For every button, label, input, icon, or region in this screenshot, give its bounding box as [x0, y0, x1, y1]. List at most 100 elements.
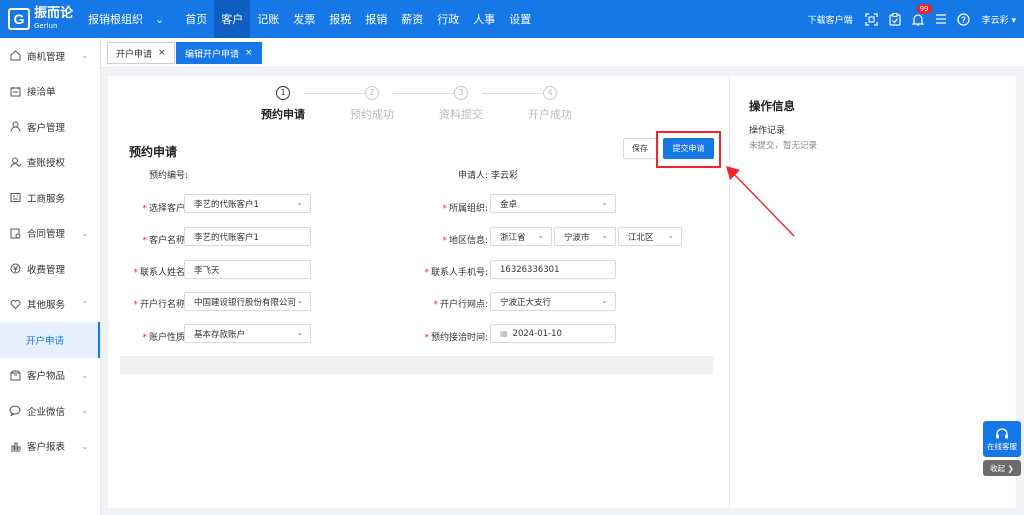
contract-icon [9, 227, 21, 239]
operation-record-empty: 未提交，暂无记录 [749, 141, 818, 151]
city-select[interactable]: 宁波市 ⌄ [554, 227, 616, 246]
step-3: 3 资料提交 [421, 86, 501, 122]
help-icon[interactable]: ? [957, 12, 971, 26]
contact-name-label: * 联系人姓名: [133, 268, 188, 278]
home-icon [9, 50, 21, 62]
sidebar-item-business-service[interactable]: 工商服务 [0, 180, 100, 216]
box-icon [9, 369, 21, 381]
chevron-down-icon: ⌄ [155, 12, 165, 26]
main-panel: 1 预约申请 2 预约成功 3 资料提交 4 开户成功 预约申请 保存 提交申请… [108, 76, 1016, 508]
nav-settings[interactable]: 设置 [502, 0, 538, 38]
step-1: 1 预约申请 [243, 86, 323, 122]
chevron-down-icon: ⌄ [601, 296, 608, 305]
sidebar-item-contact-sheet[interactable]: 接洽单 [0, 74, 100, 110]
clipboard-icon[interactable] [888, 12, 902, 26]
sidebar-item-account-auth[interactable]: 查账授权 [0, 145, 100, 181]
scan-icon[interactable] [865, 12, 879, 26]
sidebar-item-account-opening[interactable]: 开户申请 [0, 322, 100, 358]
close-icon[interactable]: × [245, 48, 253, 58]
money-icon [9, 263, 21, 275]
bell-icon[interactable]: 99 [911, 4, 932, 26]
operation-record-label: 操作记录 [749, 126, 786, 136]
bank-branch-select[interactable]: 宁波正大支行 ⌄ [490, 292, 616, 311]
step-label: 预约成功 [350, 108, 394, 121]
save-button[interactable]: 保存 [623, 138, 657, 159]
chevron-down-icon: ⌄ [81, 51, 88, 61]
chevron-down-icon: ⌄ [81, 228, 88, 238]
notification-badge: 99 [916, 4, 932, 14]
collapse-button[interactable]: 收起 ❯ [983, 460, 1021, 476]
chevron-down-icon: ⌄ [81, 370, 88, 380]
appointment-date-picker[interactable]: ▦ 2024-01-10 [490, 324, 616, 343]
sidebar-item-other-services[interactable]: 其他服务 ⌃ [0, 287, 100, 323]
chevron-down-icon: ⌄ [667, 231, 674, 240]
nav-invoice[interactable]: 发票 [286, 0, 322, 38]
nav-tax[interactable]: 报税 [322, 0, 358, 38]
sidebar-item-customer-management[interactable]: 客户管理 [0, 109, 100, 145]
org-select[interactable]: 金卓 ⌄ [490, 194, 616, 213]
step-label: 资料提交 [439, 108, 483, 121]
region-label: * 地区信息: [442, 236, 488, 246]
form-footer-bar [120, 356, 713, 374]
province-select[interactable]: 浙江省 ⌄ [490, 227, 552, 246]
nav-admin[interactable]: 行政 [430, 0, 466, 38]
account-type-select[interactable]: 基本存款账户 ⌄ [184, 324, 311, 343]
top-navigation-bar: G 振而论 Gerlun 报销根组织 ⌄ 首页 客户 记账 发票 报税 报销 薪… [0, 0, 1024, 38]
close-icon[interactable]: × [158, 48, 166, 58]
step-label: 开户成功 [528, 108, 572, 121]
customer-name-label: * 客户名称: [142, 236, 188, 246]
tab-edit-account-opening[interactable]: 编辑开户申请 × [176, 42, 262, 64]
chevron-down-icon: ⌄ [537, 231, 544, 240]
contact-name-input[interactable]: 李飞天 [184, 260, 311, 279]
sidebar-item-contract-management[interactable]: 合同管理 ⌄ [0, 216, 100, 252]
sidebar-item-customer-items[interactable]: 客户物品 ⌄ [0, 358, 100, 394]
step-label: 预约申请 [261, 108, 305, 121]
nav-home[interactable]: 首页 [178, 0, 214, 38]
sidebar-item-opportunity[interactable]: 商机管理 ⌄ [0, 38, 100, 74]
district-select[interactable]: 江北区 ⌄ [618, 227, 682, 246]
applicant-value: 李云彩 [491, 171, 519, 181]
contact-phone-input[interactable]: 16326336301 [490, 260, 616, 279]
sidebar: 商机管理 ⌄ 接洽单 客户管理 查账授权 工商服务 合同管理 ⌄ 收费管理 其他… [0, 38, 101, 515]
org-switcher[interactable]: 报销根组织 ⌄ [88, 11, 164, 27]
contact-phone-label: * 联系人手机号: [424, 268, 488, 278]
top-right-tools: 下载客户端 99 ? 李云彩 ▾ [808, 0, 1024, 38]
logo[interactable]: G 振而论 Gerlun [0, 7, 82, 31]
business-icon [9, 192, 21, 204]
user-menu[interactable]: 李云彩 ▾ [982, 13, 1016, 26]
step-2: 2 预约成功 [332, 86, 412, 122]
bank-branch-label: * 开户行网点: [433, 300, 488, 310]
chevron-down-icon: ⌄ [296, 328, 303, 337]
sidebar-item-fee-management[interactable]: 收费管理 [0, 251, 100, 287]
online-service-button[interactable]: 在线客服 [983, 421, 1021, 457]
nav-hr[interactable]: 人事 [466, 0, 502, 38]
operation-info-title: 操作信息 [749, 99, 795, 113]
logo-name: 振而论 [34, 6, 74, 21]
user-icon [9, 121, 21, 133]
bank-name-label: * 开户行名称: [133, 300, 188, 310]
logo-name-en: Gerlun [34, 22, 58, 30]
tab-account-opening[interactable]: 开户申请 × [107, 42, 175, 64]
nav-reimbursement[interactable]: 报销 [358, 0, 394, 38]
step-4: 4 开户成功 [510, 86, 590, 122]
nav-salary[interactable]: 薪资 [394, 0, 430, 38]
sidebar-item-customer-reports[interactable]: 客户报表 ⌄ [0, 429, 100, 465]
submit-highlight-box [656, 131, 721, 168]
chat-icon [9, 405, 21, 417]
nav-bookkeeping[interactable]: 记账 [250, 0, 286, 38]
customer-name-input[interactable]: 李艺的代账客户1 [184, 227, 311, 246]
menu-icon[interactable] [934, 12, 948, 26]
nav-customer[interactable]: 客户 [214, 0, 251, 38]
customer-select[interactable]: 李艺的代账客户1 ⌄ [184, 194, 311, 213]
customer-select-label: * 选择客户: [142, 204, 188, 214]
org-label: * 所属组织: [442, 204, 488, 214]
calendar-icon: ▦ [500, 329, 508, 338]
step-number: 4 [543, 86, 557, 100]
bank-name-select[interactable]: 中国建设银行股份有限公司 ⌄ [184, 292, 311, 311]
download-client-link[interactable]: 下载客户端 [808, 13, 853, 26]
step-number: 2 [365, 86, 379, 100]
annotation-arrow-icon [726, 166, 795, 237]
chevron-down-icon: ⌄ [81, 441, 88, 451]
sidebar-item-wecom[interactable]: 企业微信 ⌄ [0, 393, 100, 429]
logo-mark-icon: G [8, 8, 30, 30]
